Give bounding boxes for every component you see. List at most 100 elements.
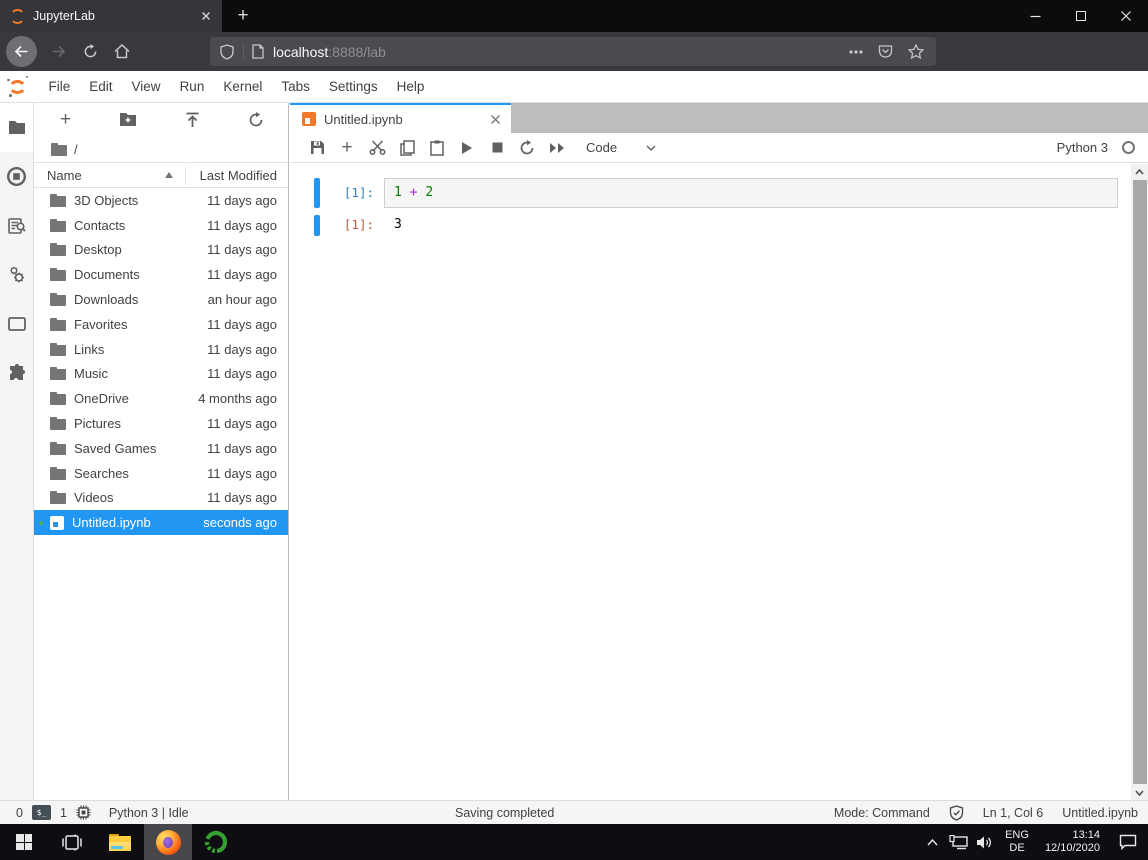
reload-button[interactable] bbox=[74, 32, 106, 71]
file-row[interactable]: Music11 days ago bbox=[34, 362, 288, 387]
breadcrumb[interactable]: / bbox=[34, 136, 288, 162]
menu-kernel[interactable]: Kernel bbox=[214, 71, 272, 102]
sidebar-item-commands[interactable] bbox=[0, 201, 33, 250]
file-row-selected[interactable]: Untitled.ipynbseconds ago bbox=[34, 510, 288, 535]
run-cell-button[interactable] bbox=[452, 134, 482, 162]
file-name: 3D Objects bbox=[74, 193, 138, 208]
page-info-icon[interactable] bbox=[252, 44, 264, 59]
file-row[interactable]: Saved Games11 days ago bbox=[34, 436, 288, 461]
pocket-icon[interactable] bbox=[878, 44, 893, 59]
url-text[interactable]: localhost:8888/lab bbox=[273, 44, 841, 60]
scroll-down-icon[interactable] bbox=[1131, 785, 1148, 800]
scroll-up-icon[interactable] bbox=[1131, 164, 1148, 179]
active-file-name[interactable]: Untitled.ipynb bbox=[1062, 806, 1138, 820]
minimize-button[interactable] bbox=[1013, 0, 1058, 32]
file-name: OneDrive bbox=[74, 391, 129, 406]
scrollbar-thumb[interactable] bbox=[1133, 180, 1147, 784]
volume-icon[interactable] bbox=[971, 824, 997, 860]
home-button[interactable] bbox=[106, 32, 138, 71]
language-indicator[interactable]: ENG DE bbox=[997, 829, 1037, 855]
file-explorer-button[interactable] bbox=[96, 824, 144, 860]
menu-tabs[interactable]: Tabs bbox=[272, 71, 320, 102]
browser-tab[interactable]: JupyterLab bbox=[0, 0, 222, 32]
file-row[interactable]: Contacts11 days ago bbox=[34, 213, 288, 238]
sidebar-item-running[interactable] bbox=[0, 152, 33, 201]
menu-help[interactable]: Help bbox=[387, 71, 434, 102]
column-header-name[interactable]: Name bbox=[34, 168, 82, 183]
terminals-count[interactable]: 0 bbox=[16, 806, 23, 820]
column-header-modified[interactable]: Last Modified bbox=[200, 168, 277, 183]
cut-cells-button[interactable] bbox=[362, 134, 392, 162]
close-window-button[interactable] bbox=[1103, 0, 1148, 32]
start-button[interactable] bbox=[0, 824, 48, 860]
upload-button[interactable] bbox=[185, 112, 200, 128]
bookmark-star-icon[interactable] bbox=[908, 44, 924, 59]
add-cell-button[interactable]: + bbox=[332, 134, 362, 162]
kernels-count[interactable]: 1 bbox=[60, 806, 67, 820]
sidebar-item-extensions[interactable] bbox=[0, 348, 33, 397]
urlbar-separator bbox=[243, 43, 244, 60]
run-all-button[interactable] bbox=[542, 134, 572, 162]
kernel-status-text[interactable]: Python 3 | Idle bbox=[109, 806, 189, 820]
task-view-button[interactable] bbox=[48, 824, 96, 860]
paste-cells-button[interactable] bbox=[422, 134, 452, 162]
menu-edit[interactable]: Edit bbox=[80, 71, 122, 102]
page-actions-dots-icon[interactable] bbox=[849, 50, 863, 54]
folder-icon bbox=[50, 367, 66, 380]
code-cell[interactable]: [1]: 1 + 2 bbox=[314, 178, 1118, 208]
menu-file[interactable]: File bbox=[39, 71, 80, 102]
forward-button[interactable] bbox=[42, 32, 74, 71]
restart-kernel-button[interactable] bbox=[512, 134, 542, 162]
new-tab-button[interactable]: + bbox=[226, 0, 260, 32]
file-row[interactable]: Pictures11 days ago bbox=[34, 411, 288, 436]
notebook-scrollbar[interactable] bbox=[1131, 164, 1148, 800]
trusted-shield-icon[interactable] bbox=[949, 805, 964, 821]
sidebar-item-open-tabs[interactable] bbox=[0, 299, 33, 348]
menu-settings[interactable]: Settings bbox=[319, 71, 387, 102]
file-row[interactable]: Desktop11 days ago bbox=[34, 238, 288, 263]
interrupt-kernel-button[interactable] bbox=[482, 134, 512, 162]
cell-type-dropdown[interactable]: Code bbox=[586, 140, 656, 155]
app-green-ring-button[interactable] bbox=[192, 824, 240, 860]
action-center-icon[interactable] bbox=[1108, 824, 1148, 860]
restore-button[interactable] bbox=[1058, 0, 1103, 32]
new-launcher-button[interactable]: + bbox=[60, 109, 71, 131]
sidebar-item-property-inspector[interactable] bbox=[0, 250, 33, 299]
folder-icon bbox=[50, 417, 66, 430]
tab-close-icon[interactable] bbox=[200, 10, 212, 22]
file-name: Saved Games bbox=[74, 441, 156, 456]
file-row[interactable]: OneDrive4 months ago bbox=[34, 386, 288, 411]
firefox-taskbar-button[interactable] bbox=[144, 824, 192, 860]
menu-run[interactable]: Run bbox=[170, 71, 214, 102]
tracking-protection-shield-icon[interactable] bbox=[220, 44, 234, 60]
code-editor[interactable]: 1 + 2 bbox=[384, 178, 1118, 208]
network-icon[interactable] bbox=[945, 824, 971, 860]
clock[interactable]: 13:14 12/10/2020 bbox=[1037, 829, 1108, 855]
chevron-down-icon bbox=[646, 145, 656, 151]
home-folder-icon[interactable] bbox=[51, 143, 67, 156]
menu-view[interactable]: View bbox=[122, 71, 170, 102]
file-row[interactable]: Documents11 days ago bbox=[34, 262, 288, 287]
cursor-position[interactable]: Ln 1, Col 6 bbox=[983, 806, 1043, 820]
file-row[interactable]: Videos11 days ago bbox=[34, 486, 288, 511]
file-row[interactable]: Favorites11 days ago bbox=[34, 312, 288, 337]
kernel-name[interactable]: Python 3 bbox=[1057, 140, 1108, 155]
refresh-filebrowser-button[interactable] bbox=[248, 112, 264, 128]
new-folder-button[interactable] bbox=[119, 112, 137, 127]
file-row[interactable]: Links11 days ago bbox=[34, 337, 288, 362]
breadcrumb-root[interactable]: / bbox=[74, 142, 78, 157]
notebook-tab[interactable]: Untitled.ipynb bbox=[290, 103, 511, 133]
save-button[interactable] bbox=[302, 134, 332, 162]
sidebar-item-filebrowser[interactable] bbox=[0, 103, 33, 152]
command-mode-indicator[interactable]: Mode: Command bbox=[834, 806, 930, 820]
notebook-tab-close-icon[interactable] bbox=[490, 114, 501, 125]
kernel-status-icon[interactable] bbox=[1122, 141, 1135, 154]
back-button[interactable] bbox=[6, 36, 37, 67]
address-bar[interactable]: localhost:8888/lab bbox=[210, 37, 936, 66]
filebrowser-toolbar: + bbox=[34, 103, 288, 136]
copy-cells-button[interactable] bbox=[392, 134, 422, 162]
file-row[interactable]: Searches11 days ago bbox=[34, 461, 288, 486]
file-row[interactable]: 3D Objects11 days ago bbox=[34, 188, 288, 213]
tray-expand-icon[interactable] bbox=[919, 824, 945, 860]
file-row[interactable]: Downloadsan hour ago bbox=[34, 287, 288, 312]
